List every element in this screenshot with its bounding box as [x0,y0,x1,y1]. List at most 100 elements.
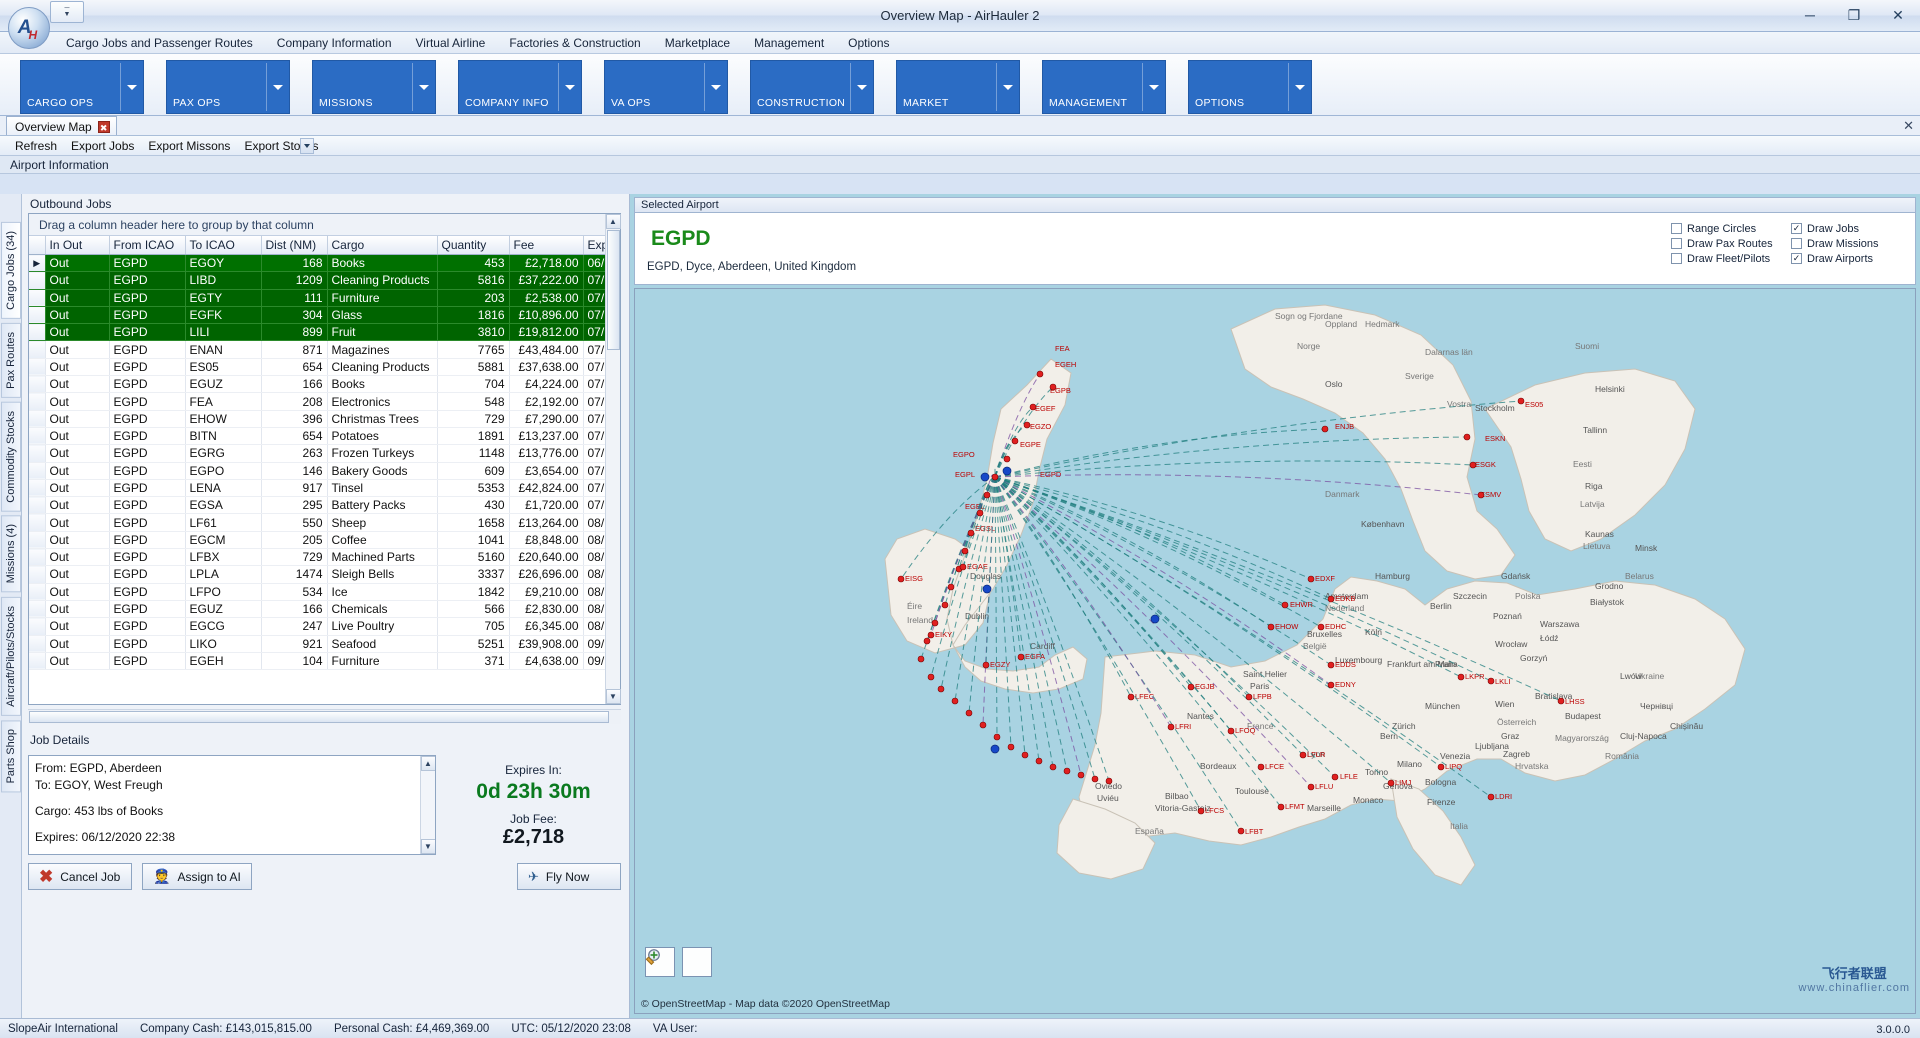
table-row[interactable]: OutEGPDEGCM205Coffee1041£8,848.0008/12 0… [29,531,605,548]
map-airport-dot[interactable] [992,474,998,480]
map-airport-dot[interactable] [942,602,948,608]
map-airport-dot[interactable] [1037,371,1043,377]
table-row[interactable]: OutEGPDFEA208Electronics548£2,192.0007/1… [29,393,605,410]
table-row[interactable]: OutEGPDEGCG247Live Poultry705£6,345.0008… [29,618,605,635]
table-row[interactable]: ▶OutEGPDEGOY168Books453£2,718.0006/12 22… [29,255,605,272]
map-airport-dot[interactable] [1332,774,1338,780]
map-airport-dot[interactable] [1328,596,1334,602]
map-airport-dot[interactable] [1308,576,1314,582]
map-airport-dot[interactable] [1518,398,1524,404]
checkbox-box[interactable] [1791,238,1802,249]
map-airport-dot[interactable] [977,510,983,516]
menu-item-options[interactable]: Options [836,34,901,52]
map-airport-dot[interactable] [962,548,968,554]
minimize-button[interactable]: ─ [1788,0,1832,30]
menu-item-factories-construction[interactable]: Factories & Construction [497,34,652,52]
map-airport-dot[interactable] [1458,674,1464,680]
map-airport-dot[interactable] [1078,772,1084,778]
col-to-icao[interactable]: To ICAO [185,236,261,255]
col-expires[interactable]: Expires [583,236,605,255]
map-airport-dot[interactable] [1328,682,1334,688]
table-row[interactable]: OutEGPDLFPO534Ice1842£9,210.0008/12 14:5… [29,583,605,600]
ribbon-button-pax-ops[interactable]: PAX OPS [166,60,290,114]
group-by-hint[interactable]: Drag a column header here to group by th… [29,214,620,236]
table-row[interactable]: OutEGPDEGEH104Furniture371£4,638.0009/12… [29,652,605,669]
zoom-in-icon[interactable] [682,947,712,977]
menu-item-virtual-airline[interactable]: Virtual Airline [404,34,498,52]
map-airport-dot[interactable] [1268,624,1274,630]
checkbox-draw-jobs[interactable]: ✓ Draw Jobs [1791,221,1901,236]
table-row[interactable]: OutEGPDLF61550Sheep1658£13,264.0008/12 0… [29,514,605,531]
map-airport-dot[interactable] [1198,808,1204,814]
map-airport-dot[interactable] [960,564,966,570]
col-from-icao[interactable]: From ICAO [109,236,185,255]
sidebar-item-parts-shop[interactable]: Parts Shop [1,720,21,792]
checkbox-box[interactable]: ✓ [1791,253,1802,264]
map-airport-dot[interactable] [1470,462,1476,468]
table-row[interactable]: OutEGPDLPLA1474Sleigh Bells3337£26,696.0… [29,566,605,583]
col-dist[interactable]: Dist (NM) [261,236,327,255]
table-row[interactable]: OutEGPDBITN654Potatoes1891£13,237.0007/1… [29,427,605,444]
job-details-text[interactable]: From: EGPD, Aberdeen To: EGOY, West Freu… [28,755,436,855]
chevron-down-icon[interactable] [1295,85,1305,90]
overview-map[interactable]: OsloStockholmHelsinkiTallinnEestiLatvija… [634,288,1916,1014]
table-row[interactable]: OutEGPDLIKO921Seafood5251£39,908.0009/12… [29,635,605,652]
checkbox-box[interactable] [1671,223,1682,234]
checkbox-draw-pax-routes[interactable]: Draw Pax Routes [1671,236,1791,251]
close-icon[interactable]: ✖ [98,121,110,133]
export-missons-button[interactable]: Export Missons [141,138,237,154]
hscroll-thumb[interactable] [29,711,609,723]
map-airport-dot[interactable] [1246,694,1252,700]
map-airport-dot[interactable] [1228,728,1234,734]
map-airport-dot[interactable] [1030,404,1036,410]
table-row[interactable]: OutEGPDEGPO146Bakery Goods609£3,654.0007… [29,462,605,479]
table-row[interactable]: OutEGPDLIBD1209Cleaning Products5816£37,… [29,272,605,289]
chevron-down-icon[interactable] [1003,85,1013,90]
menu-item-management[interactable]: Management [742,34,836,52]
col-quantity[interactable]: Quantity [437,236,509,255]
table-row[interactable]: OutEGPDEGTY111Furniture203£2,538.0007/12… [29,289,605,306]
map-airport-dot[interactable] [968,530,974,536]
map-airport-dot[interactable] [1308,784,1314,790]
map-airport-dot[interactable] [928,674,934,680]
map-airport-dot[interactable] [1488,678,1494,684]
map-airport-dot[interactable] [1488,794,1494,800]
table-row[interactable]: OutEGPDES05654Cleaning Products5881£37,6… [29,358,605,375]
ribbon-button-market[interactable]: MARKET [896,60,1020,114]
close-button[interactable]: ✕ [1876,0,1920,30]
map-airport-dot[interactable] [1388,780,1394,786]
map-airport-dot[interactable] [1050,384,1056,390]
sidebar-item-cargo-jobs[interactable]: Cargo Jobs (34) [1,222,21,319]
map-airport-dot[interactable] [966,710,972,716]
map-airport-dot[interactable] [983,662,989,668]
assign-to-ai-button[interactable]: 👮 Assign to AI [142,863,252,890]
map-airport-dot[interactable] [918,656,924,662]
checkbox-box[interactable]: ✓ [1791,223,1802,234]
map-airport-dot[interactable] [1168,724,1174,730]
scroll-down-icon[interactable]: ▼ [606,689,621,704]
map-airport-dot[interactable] [1318,624,1324,630]
map-airport-dot[interactable] [1092,776,1098,782]
map-airport-dot[interactable] [1238,828,1244,834]
menu-item-cargo-jobs[interactable]: Cargo Jobs and Passenger Routes [54,34,265,52]
map-airport-dot[interactable] [898,576,904,582]
table-row[interactable]: OutEGPDLENA917Tinsel5353£42,824.0007/12 … [29,479,605,496]
sidebar-item-commodity-stocks[interactable]: Commodity Stocks [1,402,21,512]
table-row[interactable]: OutEGPDENAN871Magazines7765£43,484.0007/… [29,341,605,358]
chevron-down-icon[interactable] [419,85,429,90]
scroll-down-icon[interactable]: ▼ [421,839,436,854]
map-hub-dot[interactable] [981,473,989,481]
map-airport-dot[interactable] [1064,768,1070,774]
map-airport-dot[interactable] [1464,434,1470,440]
export-jobs-button[interactable]: Export Jobs [64,138,141,154]
map-canvas[interactable]: OsloStockholmHelsinkiTallinnEestiLatvija… [635,289,1915,889]
jobs-horizontal-scrollbar[interactable] [28,709,621,724]
map-airport-dot[interactable] [1050,764,1056,770]
menu-item-marketplace[interactable]: Marketplace [653,34,742,52]
map-hub-dot[interactable] [1151,615,1159,623]
map-airport-dot[interactable] [1558,698,1564,704]
map-airport-dot[interactable] [1188,684,1194,690]
map-airport-dot[interactable] [1278,804,1284,810]
scroll-thumb[interactable] [607,230,620,350]
table-row[interactable]: OutEGPDEGRG263Frozen Turkeys1148£13,776.… [29,445,605,462]
